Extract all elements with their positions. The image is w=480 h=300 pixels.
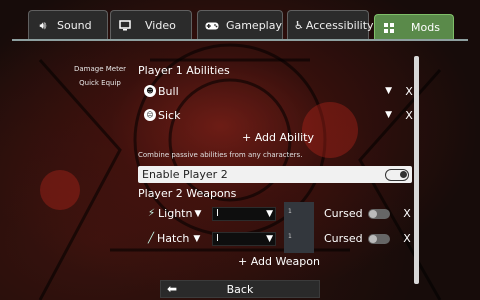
enable-player2-toggle-row[interactable]: Enable Player 2 [138, 166, 412, 183]
weapon-level-select[interactable]: I ▼ [212, 232, 276, 246]
ability-row: ☻ Bull ▼ X [138, 82, 416, 100]
speaker-icon: 🔊︎ [39, 18, 47, 32]
abilities-hint: Combine passive abilities from any chara… [138, 151, 303, 159]
chevron-down-icon[interactable]: ▼ [385, 86, 392, 96]
weapon-row: ⚡ Lightn ▼ I ▼ 1 Cursed X [138, 202, 416, 228]
cursed-switch[interactable] [368, 209, 390, 219]
mod-list: Damage Meter Quick Equip [70, 62, 130, 90]
lightning-weapon-icon: ⚡ [148, 208, 156, 219]
add-ability-button[interactable]: + Add Ability [242, 131, 314, 144]
back-label: Back [226, 283, 254, 296]
chevron-down-icon: ▼ [266, 234, 273, 244]
tab-label: Video [145, 19, 176, 32]
tab-label: Accessibility [305, 19, 374, 32]
tab-divider [12, 39, 468, 41]
weapon-count: 1 [288, 233, 292, 240]
chevron-down-icon: ▼ [193, 233, 201, 244]
sick-ability-icon: ☹ [144, 109, 156, 121]
tab-video[interactable]: Video [110, 10, 192, 40]
weapon-count-field[interactable]: 1 [284, 202, 314, 228]
remove-weapon-button[interactable]: X [400, 232, 414, 245]
weapon-row: ╱ Hatch ▼ I ▼ 1 Cursed X [138, 227, 416, 253]
player1-abilities-heading: Player 1 Abilities [138, 64, 230, 77]
tab-label: Sound [57, 19, 92, 32]
weapon-select[interactable]: ╱ Hatch ▼ [148, 232, 200, 245]
monitor-icon [117, 19, 133, 33]
remove-weapon-button[interactable]: X [400, 207, 414, 220]
wheelchair-icon: ♿︎ [294, 19, 304, 32]
mods-icon [381, 21, 397, 35]
tab-bar: 🔊︎ Sound Video Gameplay ♿︎ Accessibility… [0, 0, 480, 44]
weapon-count: 1 [288, 208, 292, 215]
weapon-level: I [216, 208, 219, 219]
hatchet-weapon-icon: ╱ [148, 233, 155, 244]
player2-weapons-heading: Player 2 Weapons [138, 187, 237, 200]
tab-label: Mods [411, 21, 440, 34]
weapon-name: Hatch [157, 232, 190, 245]
tab-label: Gameplay [225, 19, 282, 32]
weapon-count-field[interactable]: 1 [284, 227, 314, 253]
weapon-level: I [216, 233, 219, 244]
enable-player2-switch[interactable] [385, 168, 409, 181]
gamepad-icon [204, 19, 220, 33]
weapon-select[interactable]: ⚡ Lightn ▼ [148, 207, 201, 220]
tab-accessibility[interactable]: ♿︎ Accessibility [287, 10, 374, 40]
cursed-label: Cursed [324, 232, 363, 245]
cursed-switch[interactable] [368, 234, 390, 244]
enable-player2-label: Enable Player 2 [142, 168, 228, 181]
ability-name[interactable]: Bull [158, 85, 385, 98]
cursed-label: Cursed [324, 207, 363, 220]
tab-mods[interactable]: Mods [374, 14, 454, 40]
mod-item-damage-meter[interactable]: Damage Meter [70, 62, 130, 76]
tab-sound[interactable]: 🔊︎ Sound [28, 10, 108, 40]
bull-ability-icon: ☻ [144, 85, 156, 97]
tab-gameplay[interactable]: Gameplay [197, 10, 283, 40]
back-button[interactable]: ⬅ Back [160, 280, 320, 298]
panel-scrollbar[interactable] [414, 56, 419, 284]
weapon-name: Lightn [158, 207, 193, 220]
ability-name[interactable]: Sick [158, 109, 385, 122]
chevron-down-icon: ▼ [194, 208, 202, 219]
weapon-level-select[interactable]: I ▼ [212, 207, 276, 221]
ability-row: ☹ Sick ▼ X [138, 106, 416, 124]
chevron-down-icon[interactable]: ▼ [385, 110, 392, 120]
add-weapon-button[interactable]: + Add Weapon [238, 255, 320, 268]
chevron-down-icon: ▼ [266, 209, 273, 219]
mod-item-quick-equip[interactable]: Quick Equip [70, 76, 130, 90]
